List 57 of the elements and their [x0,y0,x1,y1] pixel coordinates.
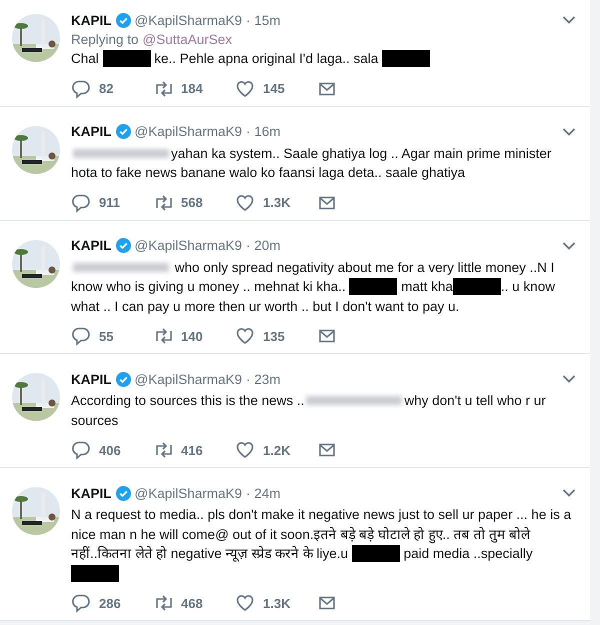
author-handle[interactable]: @KapilSharmaK9 [134,124,242,139]
tweet-text: N a request to media.. pls don't make it negative news just to sell ur paper ... he is a nice man n he will come@ out of it soon.इतने बड़े बड़े घोटाले हो हुए.. तब तो तुम बोले नहीं..कितना लेते हो negative न्यूज़ स्प्रेड करने के liye.u paid media ..specially [71,505,580,583]
heart-icon[interactable] [235,593,255,613]
chevron-down-icon[interactable] [562,126,576,136]
reply-count: 55 [99,328,114,344]
tweet-time[interactable]: · 20m [246,238,281,253]
retweet-count: 568 [181,195,203,210]
reply-count: 82 [99,81,114,96]
reply-link[interactable]: @SuttaAurSex [142,32,232,47]
retweet-icon[interactable] [153,192,173,212]
retweet-icon[interactable] [153,326,173,346]
like-count: 1.3K [263,195,290,210]
like-count: 1.3K [263,596,290,610]
retweet-icon[interactable] [153,78,173,98]
reply-count: 406 [99,442,121,458]
retweet-count: 416 [181,442,203,458]
tweet-text: yahan ka system.. Saale ghatiya log .. Agar main prime minister hota to fake news banane walo ko faansi laga deta.. saale ghatiya [71,144,552,182]
author-handle[interactable]: @KapilSharmaK9 [134,372,242,386]
heart-icon[interactable] [235,440,255,460]
chevron-down-icon[interactable] [562,15,576,25]
tweet-text: who only spread negativity about me for a very little money ..N I know who is giving u money .. mehnat ki kha.. matt kha .. u know what .. I can pay u more then ur worth .. but I don't want to pay u. [71,258,556,316]
author-name[interactable]: KAPIL [71,238,112,253]
reply-icon[interactable] [71,192,91,212]
author-handle[interactable]: @KapilSharmaK9 [134,238,242,253]
heart-icon[interactable] [235,78,255,98]
chevron-down-icon[interactable] [562,488,576,498]
tweet-time[interactable]: · 24m [246,486,281,500]
reply-count: 911 [99,195,120,210]
reply-icon[interactable] [71,593,91,613]
reply-count: 286 [99,596,121,610]
tweet-text: According to sources this is the news .. why don't u tell who r ur sources [71,392,547,430]
tweet-text: Chal ke.. Pehle apna original I'd laga.. sala [71,49,580,68]
author-name[interactable]: KAPIL [71,12,112,28]
author-handle[interactable]: @KapilSharmaK9 [134,486,242,500]
retweet-icon[interactable] [153,440,173,460]
retweet-icon[interactable] [153,593,173,613]
author-name[interactable]: KAPIL [71,372,112,386]
reply-icon[interactable] [71,326,91,346]
heart-icon[interactable] [235,326,255,346]
reply-icon[interactable] [71,78,91,98]
tweet-time[interactable]: · 16m [246,124,281,139]
tweet-time[interactable]: · 23m [246,372,281,386]
author-handle[interactable]: @KapilSharmaK9 [134,12,242,28]
like-count: 145 [263,81,285,96]
reply-label: Replying to [71,32,139,47]
chevron-down-icon[interactable] [562,240,576,250]
retweet-count: 184 [181,81,203,96]
author-name[interactable]: KAPIL [71,124,112,139]
reply-icon[interactable] [71,440,91,460]
author-name[interactable]: KAPIL [71,486,112,500]
like-count: 135 [263,328,285,344]
retweet-count: 468 [181,596,203,610]
like-count: 1.2K [263,442,290,458]
heart-icon[interactable] [235,192,255,212]
tweet-time[interactable]: · 15m [246,12,281,28]
chevron-down-icon[interactable] [562,374,576,384]
retweet-count: 140 [181,328,203,344]
